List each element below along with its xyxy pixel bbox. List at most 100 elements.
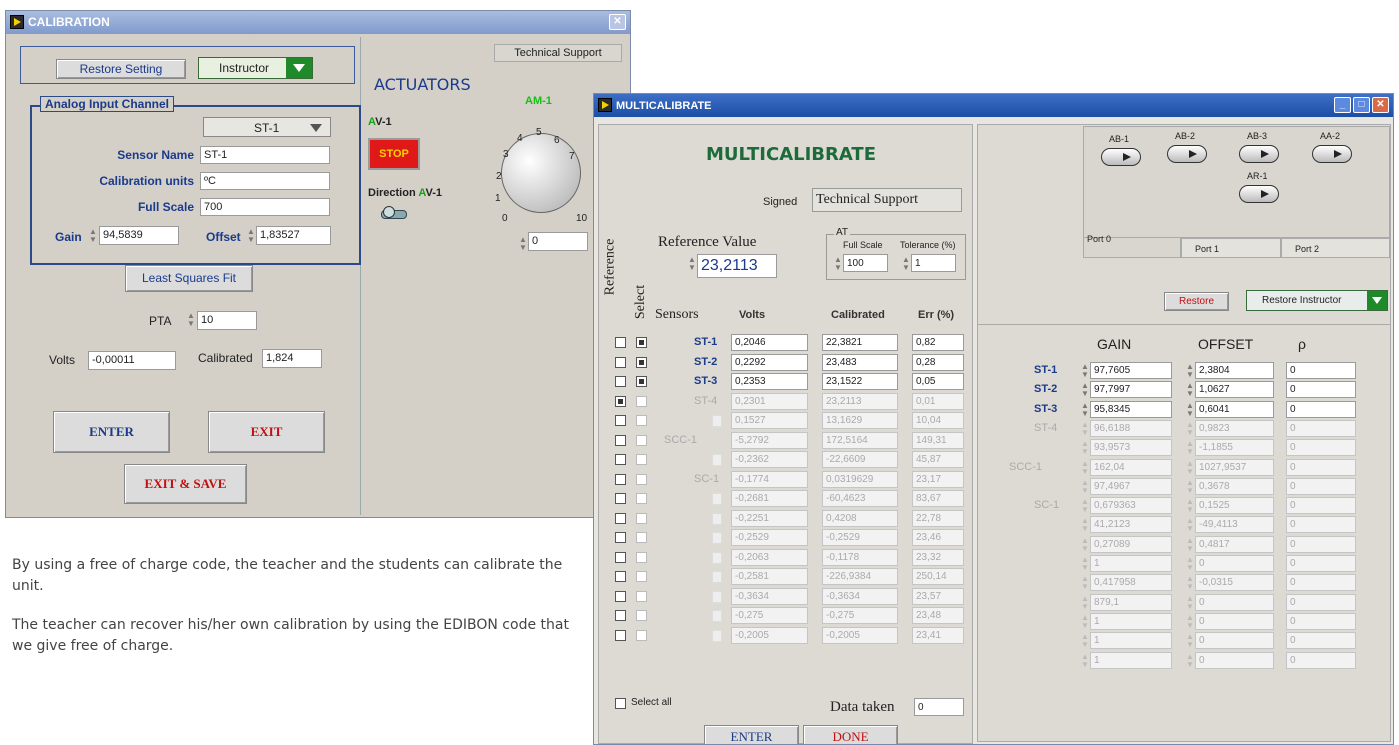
offset-value-field[interactable]: -0,0315 bbox=[1195, 574, 1274, 592]
offset-stepper[interactable]: ▲ ▼ bbox=[1185, 420, 1195, 438]
close-icon[interactable]: ✕ bbox=[609, 14, 626, 30]
gain-stepper[interactable]: ▲ ▼ bbox=[1080, 459, 1090, 477]
av1-label-v: V-1 bbox=[375, 116, 392, 128]
pta-field[interactable]: 10 bbox=[197, 311, 257, 330]
calibration-units-field[interactable]: ºC bbox=[200, 172, 330, 190]
gain-value-field[interactable]: 1 bbox=[1090, 612, 1172, 630]
ab-toggle-switch[interactable] bbox=[1312, 145, 1352, 163]
offset-stepper[interactable]: ▲ ▼ bbox=[1185, 517, 1195, 534]
dropdown-arrow-icon[interactable] bbox=[286, 58, 312, 78]
offset-value-field[interactable]: -1,1855 bbox=[1195, 439, 1274, 457]
offset-value-field[interactable]: 2,3804 bbox=[1195, 362, 1274, 379]
gain-stepper[interactable]: ▲ ▼ bbox=[1080, 652, 1090, 670]
gain-stepper[interactable]: ▲ ▼ bbox=[1080, 536, 1090, 554]
gain-stepper[interactable]: ▲ ▼ bbox=[1080, 517, 1090, 534]
ab-toggle-switch[interactable] bbox=[1167, 145, 1207, 163]
offset-stepper[interactable]: ▲ ▼ bbox=[1185, 382, 1195, 399]
gain-stepper[interactable]: ▲ ▼ bbox=[1080, 478, 1090, 496]
offset-value-field[interactable]: 0 bbox=[1195, 555, 1274, 572]
gain-value-field[interactable]: 0,417958 bbox=[1090, 574, 1172, 592]
gain-value-field[interactable]: 96,6188 bbox=[1090, 419, 1172, 437]
gain-value-field[interactable]: 93,9573 bbox=[1090, 439, 1172, 457]
gain-value-field[interactable]: 95,8345 bbox=[1090, 400, 1172, 418]
offset-value-field[interactable]: 0 bbox=[1195, 632, 1274, 650]
offset-stepper[interactable]: ▲ ▼ bbox=[246, 228, 256, 245]
am1-value-field[interactable]: 0 bbox=[528, 232, 588, 251]
gain-value-field[interactable]: 1 bbox=[1090, 555, 1172, 572]
multi-enter-button[interactable]: ENTER bbox=[704, 725, 799, 744]
gain-stepper[interactable]: ▲ ▼ bbox=[1080, 556, 1090, 573]
least-squares-fit-button[interactable]: Least Squares Fit bbox=[125, 265, 253, 292]
gain-stepper[interactable]: ▲ ▼ bbox=[1080, 440, 1090, 457]
am1-dial[interactable] bbox=[501, 133, 581, 213]
gain-stepper[interactable]: ▲ ▼ bbox=[1080, 613, 1090, 631]
multi-done-button[interactable]: DONE bbox=[803, 725, 898, 744]
gain-value-field[interactable]: 97,7997 bbox=[1090, 381, 1172, 399]
offset-stepper[interactable]: ▲ ▼ bbox=[1185, 536, 1195, 554]
direction-toggle[interactable] bbox=[381, 204, 411, 222]
gain-value-field[interactable]: 1 bbox=[1090, 632, 1172, 650]
offset-value-field[interactable]: 0,6041 bbox=[1195, 400, 1274, 418]
gain-stepper[interactable]: ▲ ▼ bbox=[1080, 382, 1090, 399]
rho-value-field: 0 bbox=[1286, 516, 1356, 534]
offset-value-field[interactable]: 1,0627 bbox=[1195, 381, 1274, 399]
enter-button[interactable]: ENTER bbox=[53, 411, 170, 453]
gain-stepper[interactable]: ▲ ▼ bbox=[88, 228, 98, 245]
gain-stepper[interactable]: ▲ ▼ bbox=[1080, 594, 1090, 612]
restore-setting-button[interactable]: Restore Setting bbox=[56, 59, 186, 79]
ab-toggle-switch[interactable] bbox=[1239, 185, 1279, 203]
offset-stepper[interactable]: ▲ ▼ bbox=[1185, 363, 1195, 380]
offset-stepper[interactable]: ▲ ▼ bbox=[1185, 498, 1195, 515]
offset-stepper[interactable]: ▲ ▼ bbox=[1185, 401, 1195, 419]
calibration-title: CALIBRATION bbox=[28, 15, 110, 29]
offset-value-field[interactable]: 0,3678 bbox=[1195, 477, 1274, 495]
offset-value-field[interactable]: 0,1525 bbox=[1195, 497, 1274, 515]
gain-value-field[interactable]: 1 bbox=[1090, 651, 1172, 669]
gain-stepper[interactable]: ▲ ▼ bbox=[1080, 575, 1090, 592]
full-scale-field[interactable]: 700 bbox=[200, 198, 330, 216]
ab-toggle-switch[interactable] bbox=[1239, 145, 1279, 163]
description-p1: By using a free of charge code, the teac… bbox=[12, 557, 563, 594]
am1-stepper[interactable]: ▲ ▼ bbox=[518, 236, 528, 253]
offset-value-field[interactable]: 1027,9537 bbox=[1195, 458, 1274, 476]
gain-value-field[interactable]: 41,2123 bbox=[1090, 516, 1172, 534]
gain-stepper[interactable]: ▲ ▼ bbox=[1080, 420, 1090, 438]
ab-toggle-switch[interactable] bbox=[1101, 148, 1141, 166]
gain-field[interactable]: 94,5839 bbox=[99, 226, 179, 245]
offset-stepper[interactable]: ▲ ▼ bbox=[1185, 556, 1195, 573]
channel-select[interactable]: ST-1 bbox=[203, 117, 331, 137]
offset-value-field[interactable]: 0,4817 bbox=[1195, 535, 1274, 553]
offset-stepper[interactable]: ▲ ▼ bbox=[1185, 478, 1195, 496]
offset-value-field[interactable]: 0 bbox=[1195, 593, 1274, 611]
offset-stepper[interactable]: ▲ ▼ bbox=[1185, 575, 1195, 592]
gain-value-field[interactable]: 97,7605 bbox=[1090, 362, 1172, 379]
gain-value-field[interactable]: 0,27089 bbox=[1090, 535, 1172, 553]
offset-value-field[interactable]: 0 bbox=[1195, 612, 1274, 630]
offset-stepper[interactable]: ▲ ▼ bbox=[1185, 459, 1195, 477]
gain-value-field[interactable]: 97,4967 bbox=[1090, 477, 1172, 495]
exit-button[interactable]: EXIT bbox=[208, 411, 325, 453]
gain-stepper[interactable]: ▲ ▼ bbox=[1080, 498, 1090, 515]
offset-value-field[interactable]: 0,9823 bbox=[1195, 419, 1274, 437]
exit-save-button[interactable]: EXIT & SAVE bbox=[124, 464, 247, 504]
gain-value-field[interactable]: 162,04 bbox=[1090, 458, 1172, 476]
gain-stepper[interactable]: ▲ ▼ bbox=[1080, 363, 1090, 380]
gain-stepper[interactable]: ▲ ▼ bbox=[1080, 633, 1090, 650]
pta-stepper[interactable]: ▲ ▼ bbox=[186, 312, 196, 329]
description-p2: The teacher can recover his/her own cali… bbox=[12, 617, 569, 654]
offset-field[interactable]: 1,83527 bbox=[256, 226, 331, 245]
gain-value-field[interactable]: 879,1 bbox=[1090, 593, 1172, 611]
offset-stepper[interactable]: ▲ ▼ bbox=[1185, 652, 1195, 670]
direction-label-text: Direction bbox=[368, 187, 419, 199]
offset-stepper[interactable]: ▲ ▼ bbox=[1185, 613, 1195, 631]
offset-stepper[interactable]: ▲ ▼ bbox=[1185, 594, 1195, 612]
user-select[interactable]: Instructor bbox=[198, 57, 313, 79]
stop-button[interactable]: STOP bbox=[368, 138, 420, 170]
gain-value-field[interactable]: 0,679363 bbox=[1090, 497, 1172, 515]
offset-stepper[interactable]: ▲ ▼ bbox=[1185, 440, 1195, 457]
offset-value-field[interactable]: 0 bbox=[1195, 651, 1274, 669]
offset-stepper[interactable]: ▲ ▼ bbox=[1185, 633, 1195, 650]
gain-stepper[interactable]: ▲ ▼ bbox=[1080, 401, 1090, 419]
sensor-name-field[interactable]: ST-1 bbox=[200, 146, 330, 164]
offset-value-field[interactable]: -49,4113 bbox=[1195, 516, 1274, 534]
